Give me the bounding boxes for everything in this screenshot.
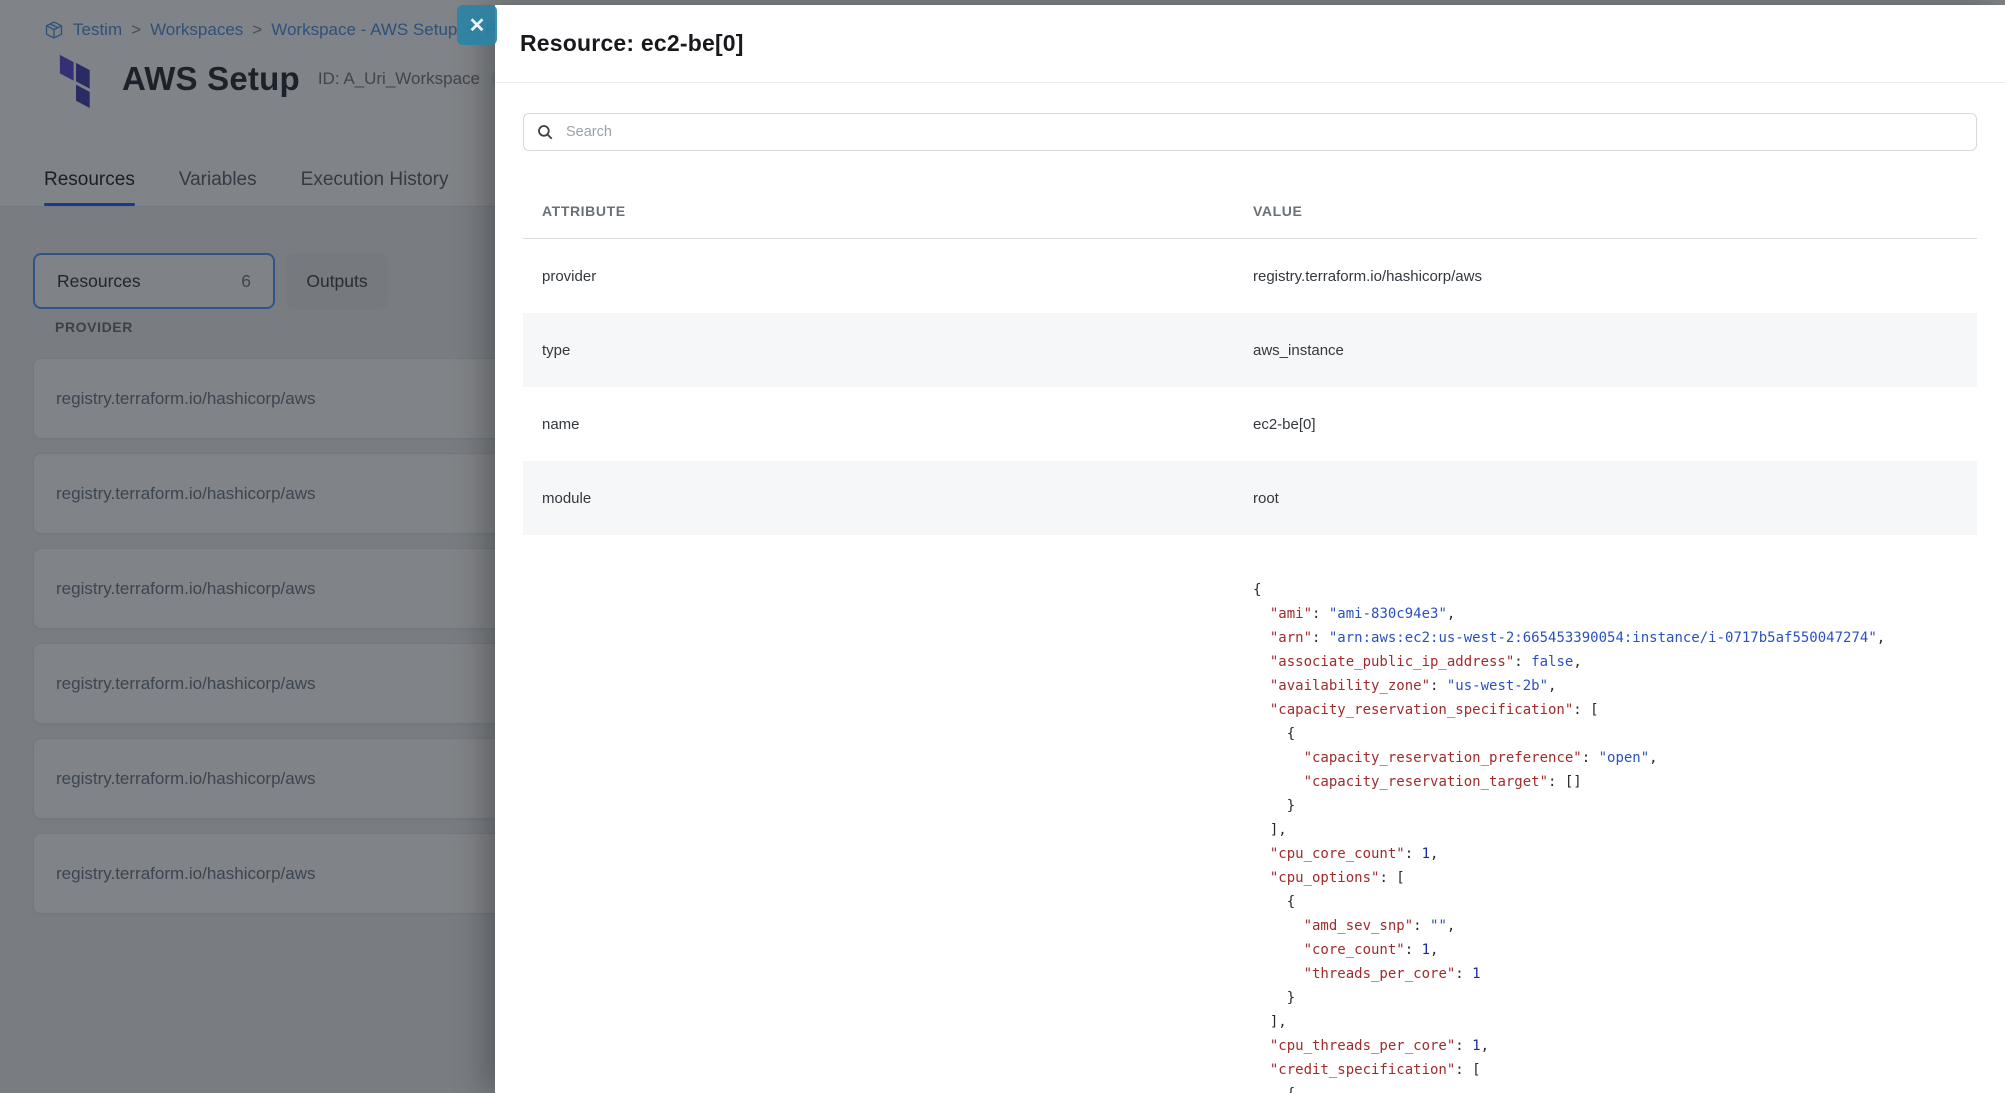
attributes-json-code: { "ami": "ami-830c94e3", "arn": "arn:aws… xyxy=(1253,578,1885,1093)
value-cell: aws_instance xyxy=(1253,342,1977,359)
table-row-name: nameec2-be[0] xyxy=(523,387,1977,461)
value-cell: registry.terraform.io/hashicorp/aws xyxy=(1253,268,1977,285)
column-header-value: VALUE xyxy=(1253,203,1977,238)
attribute-cell: name xyxy=(523,416,1253,433)
drawer-header: Resource: ec2-be[0] xyxy=(495,5,2005,83)
table-header-row: ATTRIBUTE VALUE xyxy=(523,191,1977,239)
value-cell: ec2-be[0] xyxy=(1253,416,1977,433)
search-icon xyxy=(536,123,554,141)
table-row-type: typeaws_instance xyxy=(523,313,1977,387)
attributes-table: ATTRIBUTE VALUE providerregistry.terrafo… xyxy=(523,191,1977,1093)
value-cell: root xyxy=(1253,490,1977,507)
attributes-json-cell: { "ami": "ami-830c94e3", "arn": "arn:aws… xyxy=(1253,535,1885,1093)
drawer-body: ATTRIBUTE VALUE providerregistry.terrafo… xyxy=(495,83,2005,1093)
attribute-cell: provider xyxy=(523,268,1253,285)
column-header-attribute: ATTRIBUTE xyxy=(523,203,1253,238)
table-row-module: moduleroot xyxy=(523,461,1977,535)
table-body: providerregistry.terraform.io/hashicorp/… xyxy=(523,239,1977,535)
search-bar xyxy=(523,113,1977,151)
resource-drawer: ✕ Resource: ec2-be[0] ATTRIBUTE VALUE pr… xyxy=(495,5,2005,1093)
attribute-cell: module xyxy=(523,490,1253,507)
search-input[interactable] xyxy=(564,123,1964,141)
table-row-provider: providerregistry.terraform.io/hashicorp/… xyxy=(523,239,1977,313)
close-icon[interactable]: ✕ xyxy=(457,5,497,45)
attribute-cell: type xyxy=(523,342,1253,359)
drawer-title: Resource: ec2-be[0] xyxy=(520,30,744,57)
attributes-json-row: { "ami": "ami-830c94e3", "arn": "arn:aws… xyxy=(523,535,1977,1093)
